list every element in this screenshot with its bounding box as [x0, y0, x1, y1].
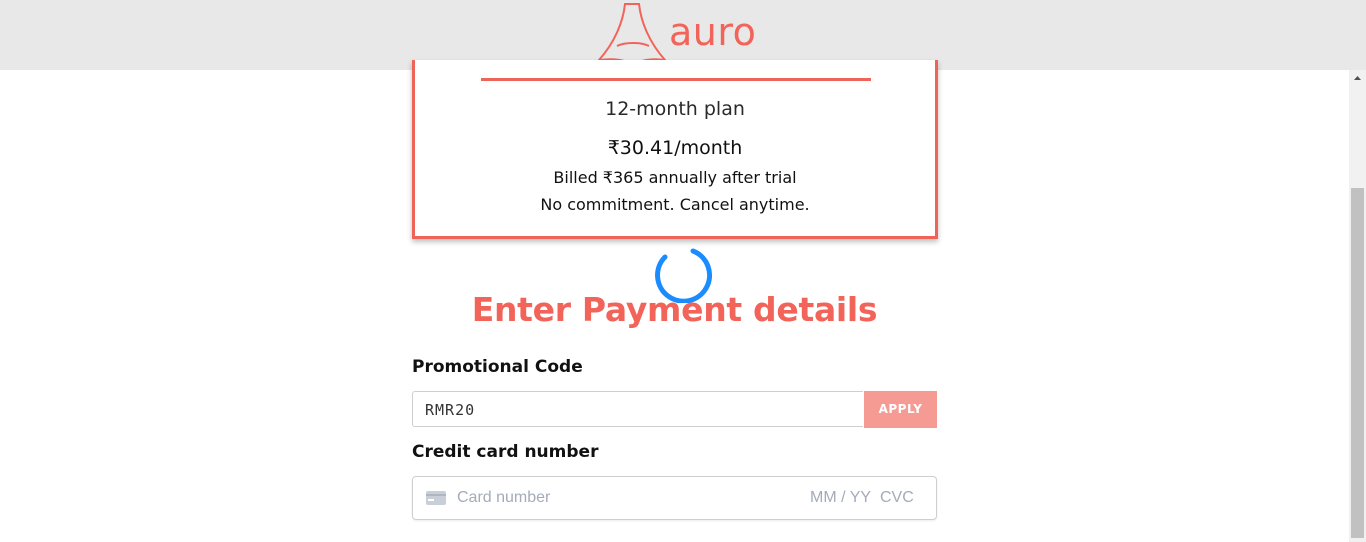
brand-name: auro	[669, 10, 757, 54]
vertical-scrollbar[interactable]	[1349, 70, 1366, 542]
promo-code-input[interactable]: RMR20	[412, 391, 863, 427]
plan-card: 12-month plan ₹30.41/month Billed ₹365 a…	[412, 60, 938, 239]
plan-price: ₹30.41/month	[607, 137, 743, 159]
plan-divider	[481, 78, 871, 81]
card-number-input[interactable]: Card number	[457, 489, 550, 507]
card-number-field[interactable]: Card number MM / YY CVC	[412, 476, 937, 520]
plan-billing-info: Billed ₹365 annually after trial	[553, 168, 797, 187]
plan-name: 12-month plan	[605, 98, 745, 120]
auro-logo[interactable]: auro	[596, 2, 772, 68]
card-cvc-input[interactable]: CVC	[880, 489, 914, 507]
credit-card-icon	[426, 491, 446, 505]
promo-code-label: Promotional Code	[412, 357, 583, 377]
plan-commitment-note: No commitment. Cancel anytime.	[540, 195, 810, 214]
apply-button[interactable]: APPLY	[864, 391, 937, 428]
auro-logo-icon	[596, 3, 668, 68]
card-number-label: Credit card number	[412, 442, 599, 462]
card-expiry-input[interactable]: MM / YY	[810, 489, 871, 507]
scrollbar-thumb[interactable]	[1351, 188, 1364, 538]
scroll-up-arrow-icon[interactable]	[1349, 70, 1366, 87]
page-title: Enter Payment details	[471, 290, 878, 329]
